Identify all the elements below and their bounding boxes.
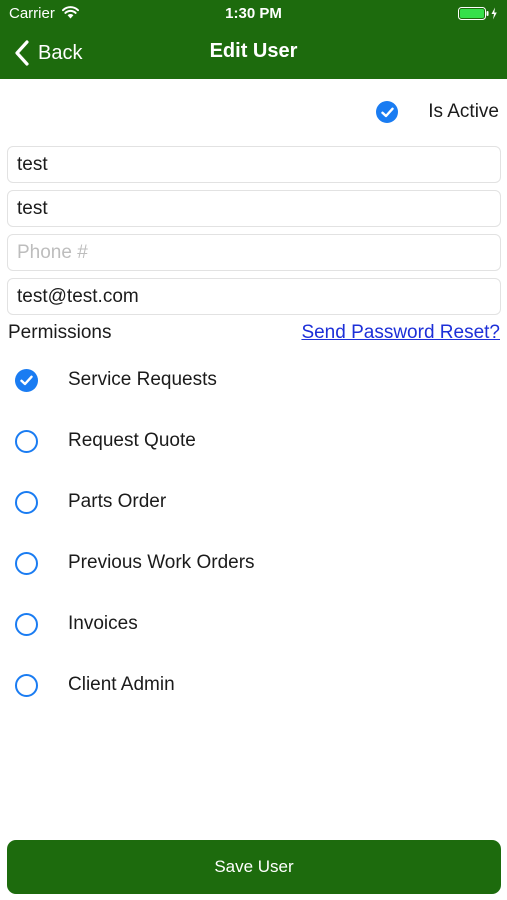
permission-service-requests[interactable]: Service Requests [15,365,217,395]
battery-icon [458,7,497,20]
save-user-button[interactable]: Save User [7,840,501,894]
email-field[interactable] [7,278,501,315]
permission-label: Parts Order [68,491,167,512]
permission-request-quote[interactable]: Request Quote [15,426,196,456]
permission-label: Invoices [68,613,138,634]
nav-header: Carrier 1:30 PM Back Edit User [0,0,507,79]
permission-label: Request Quote [68,430,196,451]
send-password-reset-link[interactable]: Send Password Reset? [301,322,500,344]
permission-previous-work-orders[interactable]: Previous Work Orders [15,548,255,578]
permission-invoices[interactable]: Invoices [15,609,138,639]
last-name-field[interactable] [7,190,501,227]
is-active-label: Is Active [428,101,499,122]
empty-circle-icon [15,490,38,514]
empty-circle-icon [15,612,38,636]
permission-label: Previous Work Orders [68,552,255,573]
page-title: Edit User [209,40,298,62]
empty-circle-icon [15,429,38,453]
save-user-label: Save User [214,857,294,876]
permission-label: Service Requests [68,369,217,390]
is-active-toggle[interactable]: Is Active [376,98,499,126]
first-name-field[interactable] [7,146,501,183]
permission-parts-order[interactable]: Parts Order [15,487,166,517]
permission-client-admin[interactable]: Client Admin [15,670,175,700]
empty-circle-icon [15,551,38,575]
checkmark-circle-icon [15,368,38,392]
phone-field[interactable] [7,234,501,271]
empty-circle-icon [15,673,38,697]
checkmark-circle-icon [376,101,399,123]
status-bar: Carrier 1:30 PM [0,0,507,28]
status-time: 1:30 PM [225,5,282,22]
permissions-heading: Permissions [8,322,112,343]
permission-label: Client Admin [68,674,175,695]
